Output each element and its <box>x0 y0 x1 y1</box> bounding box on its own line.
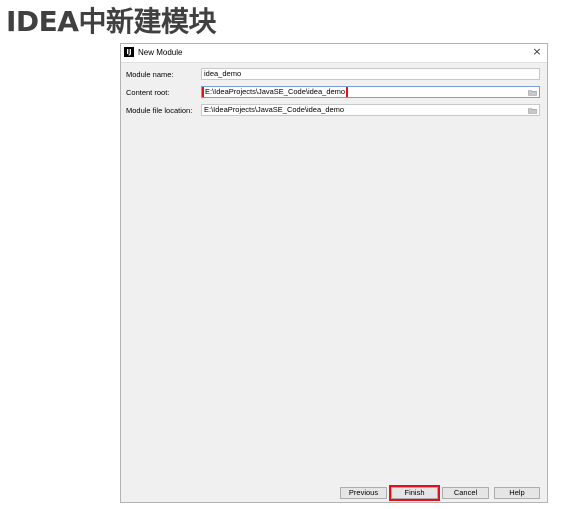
finish-button[interactable]: Finish <box>389 485 440 501</box>
folder-icon[interactable] <box>528 89 537 96</box>
slide-title: IDEA中新建模块 <box>6 5 216 38</box>
close-icon: × <box>532 45 542 58</box>
module-file-location-value: E:\IdeaProjects\JavaSE_Code\idea_demo <box>204 105 345 114</box>
content-root-value: E:\IdeaProjects\JavaSE_Code\idea_demo <box>202 87 349 97</box>
module-name-input[interactable]: idea_demo <box>201 68 540 80</box>
new-module-dialog: IJ New Module × Module name: idea_demo C… <box>120 43 548 503</box>
module-file-location-label: Module file location: <box>126 106 193 115</box>
previous-button[interactable]: Previous <box>340 487 387 499</box>
content-root-label: Content root: <box>126 88 170 97</box>
close-button[interactable]: × <box>531 45 543 59</box>
module-name-label: Module name: <box>126 70 174 79</box>
intellij-idea-icon: IJ <box>124 47 134 57</box>
help-button[interactable]: Help <box>494 487 540 499</box>
content-root-input[interactable]: E:\IdeaProjects\JavaSE_Code\idea_demo <box>201 86 540 98</box>
dialog-titlebar: IJ New Module × <box>121 44 547 63</box>
cancel-button[interactable]: Cancel <box>442 487 489 499</box>
module-name-value: idea_demo <box>204 69 242 78</box>
module-file-location-input[interactable]: E:\IdeaProjects\JavaSE_Code\idea_demo <box>201 104 540 116</box>
dialog-title: New Module <box>138 48 183 57</box>
folder-icon[interactable] <box>528 107 537 114</box>
